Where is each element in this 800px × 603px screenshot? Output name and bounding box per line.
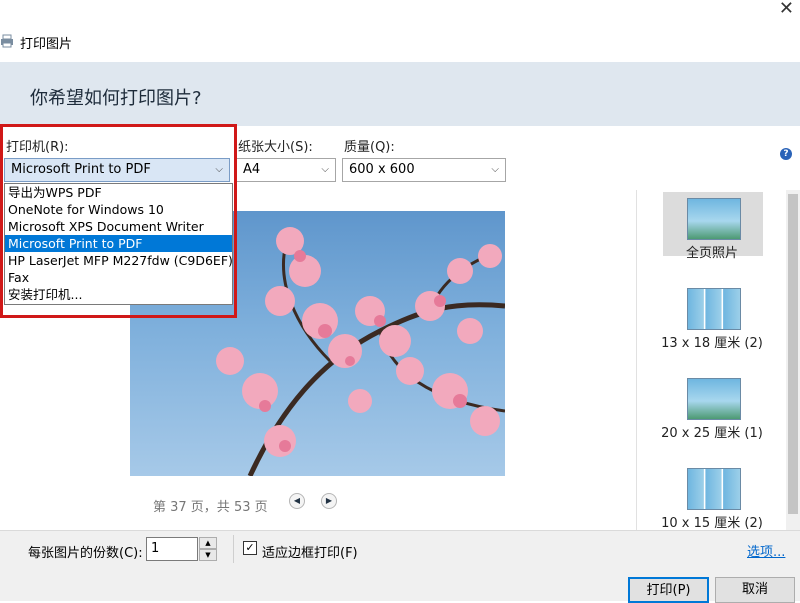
add-printer-option[interactable]: 安装打印机... (5, 286, 232, 303)
printer-select-value: Microsoft Print to PDF (11, 162, 151, 177)
previous-page-button[interactable]: ◀ (289, 493, 305, 509)
close-icon[interactable]: ✕ (779, 0, 794, 18)
layout-label: 10 x 15 厘米 (2) (661, 516, 763, 530)
fit-frame-checkbox[interactable]: ✓ (243, 541, 257, 555)
next-page-button[interactable]: ▶ (321, 493, 337, 509)
help-icon[interactable]: ? (780, 148, 792, 160)
copies-label: 每张图片的份数(C): (28, 546, 143, 561)
printer-option[interactable]: HP LaserJet MFP M227fdw (C9D6EF) (5, 252, 233, 269)
paper-size-value: A4 (243, 162, 261, 177)
paper-size-select[interactable]: A4 ⌵ (236, 158, 336, 182)
dialog-header: 你希望如何打印图片? (0, 62, 800, 126)
printer-icon (1, 34, 13, 48)
cancel-button[interactable]: 取消 (715, 577, 795, 603)
printer-option[interactable]: Microsoft XPS Document Writer (5, 218, 232, 235)
layout-label: 20 x 25 厘米 (1) (661, 426, 763, 441)
printer-label: 打印机(R): (6, 140, 69, 155)
fit-frame-label: 适应边框打印(F) (262, 546, 358, 561)
printer-option[interactable]: OneNote for Windows 10 (5, 201, 232, 218)
printer-option[interactable]: Fax (5, 269, 232, 286)
page-indicator: 第 37 页，共 53 页 (153, 500, 268, 515)
quality-value: 600 x 600 (349, 162, 415, 177)
full-page-photo-icon (687, 198, 741, 240)
chevron-down-icon: ⌵ (321, 164, 329, 175)
two-photo-layout-icon (687, 288, 741, 330)
window-title: 打印图片 (20, 37, 73, 52)
title-bar: 打印图片 ✕ (0, 0, 800, 62)
printer-option-selected[interactable]: Microsoft Print to PDF (5, 235, 232, 252)
single-photo-layout-icon (687, 378, 741, 420)
chevron-down-icon: ⌵ (491, 164, 499, 175)
layout-list: 全页照片 13 x 18 厘米 (2) 20 x 25 厘米 (1) 10 x … (636, 190, 787, 530)
options-link[interactable]: 选项... (747, 541, 785, 560)
chevron-down-icon: ⌵ (215, 164, 223, 175)
copies-input[interactable]: 1 (146, 537, 198, 561)
print-settings-row: 打印机(R): Microsoft Print to PDF ⌵ 纸张大小(S)… (0, 126, 800, 190)
layout-label: 13 x 18 厘米 (2) (661, 336, 763, 351)
layout-label: 全页照片 (685, 246, 738, 261)
paper-size-label: 纸张大小(S): (238, 140, 313, 155)
layout-scrollbar[interactable] (786, 190, 800, 530)
print-button[interactable]: 打印(P) (628, 577, 709, 603)
header-question: 你希望如何打印图片? (30, 88, 202, 109)
printer-dropdown-list: 导出为WPS PDF OneNote for Windows 10 Micros… (4, 183, 233, 305)
quality-label: 质量(Q): (344, 140, 395, 155)
divider (233, 535, 234, 563)
printer-option[interactable]: 导出为WPS PDF (5, 184, 232, 201)
spin-down-icon[interactable]: ▼ (199, 549, 217, 561)
bottom-bar: 每张图片的份数(C): 1 ▲ ▼ ✓ 适应边框打印(F) 选项... 打印(P… (0, 530, 800, 603)
scrollbar-thumb[interactable] (788, 194, 798, 514)
spin-up-icon[interactable]: ▲ (199, 537, 217, 549)
printer-select[interactable]: Microsoft Print to PDF ⌵ (4, 158, 230, 182)
two-photo-layout-icon (687, 468, 741, 510)
quality-select[interactable]: 600 x 600 ⌵ (342, 158, 506, 182)
